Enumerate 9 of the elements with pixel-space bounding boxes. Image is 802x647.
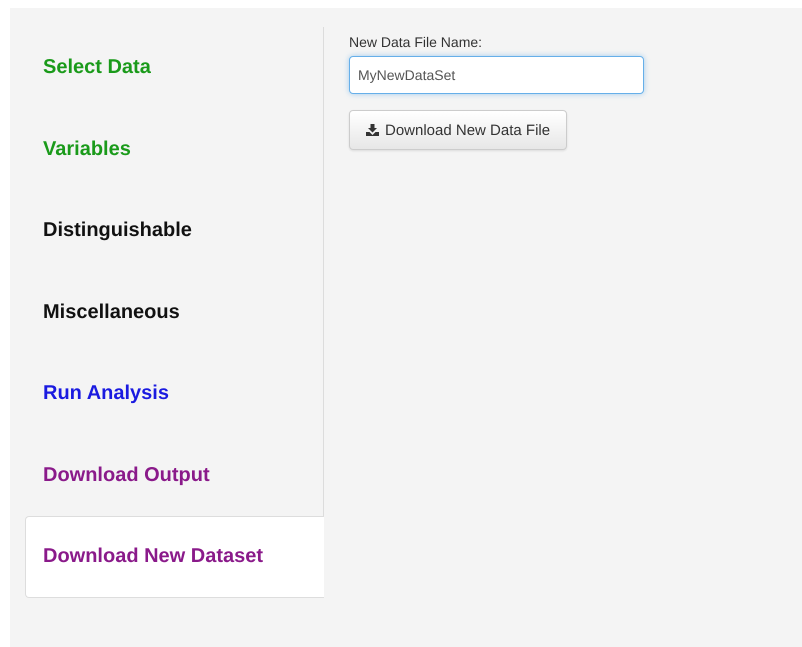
download-button[interactable]: Download New Data File [349,110,568,150]
field-label: New Data File Name: [349,34,482,50]
sidebar-tab[interactable]: Distinguishable [25,190,323,272]
sidebar-tab[interactable]: Miscellaneous [25,272,323,353]
sidebar-tab[interactable]: Download New Dataset [25,516,324,598]
download-icon [366,124,379,136]
file-name-field[interactable]: MyNewDataSet [349,56,644,94]
sidebar-tab[interactable]: Run Analysis [25,353,323,434]
sidebar-tab[interactable]: Download Output [25,434,323,516]
